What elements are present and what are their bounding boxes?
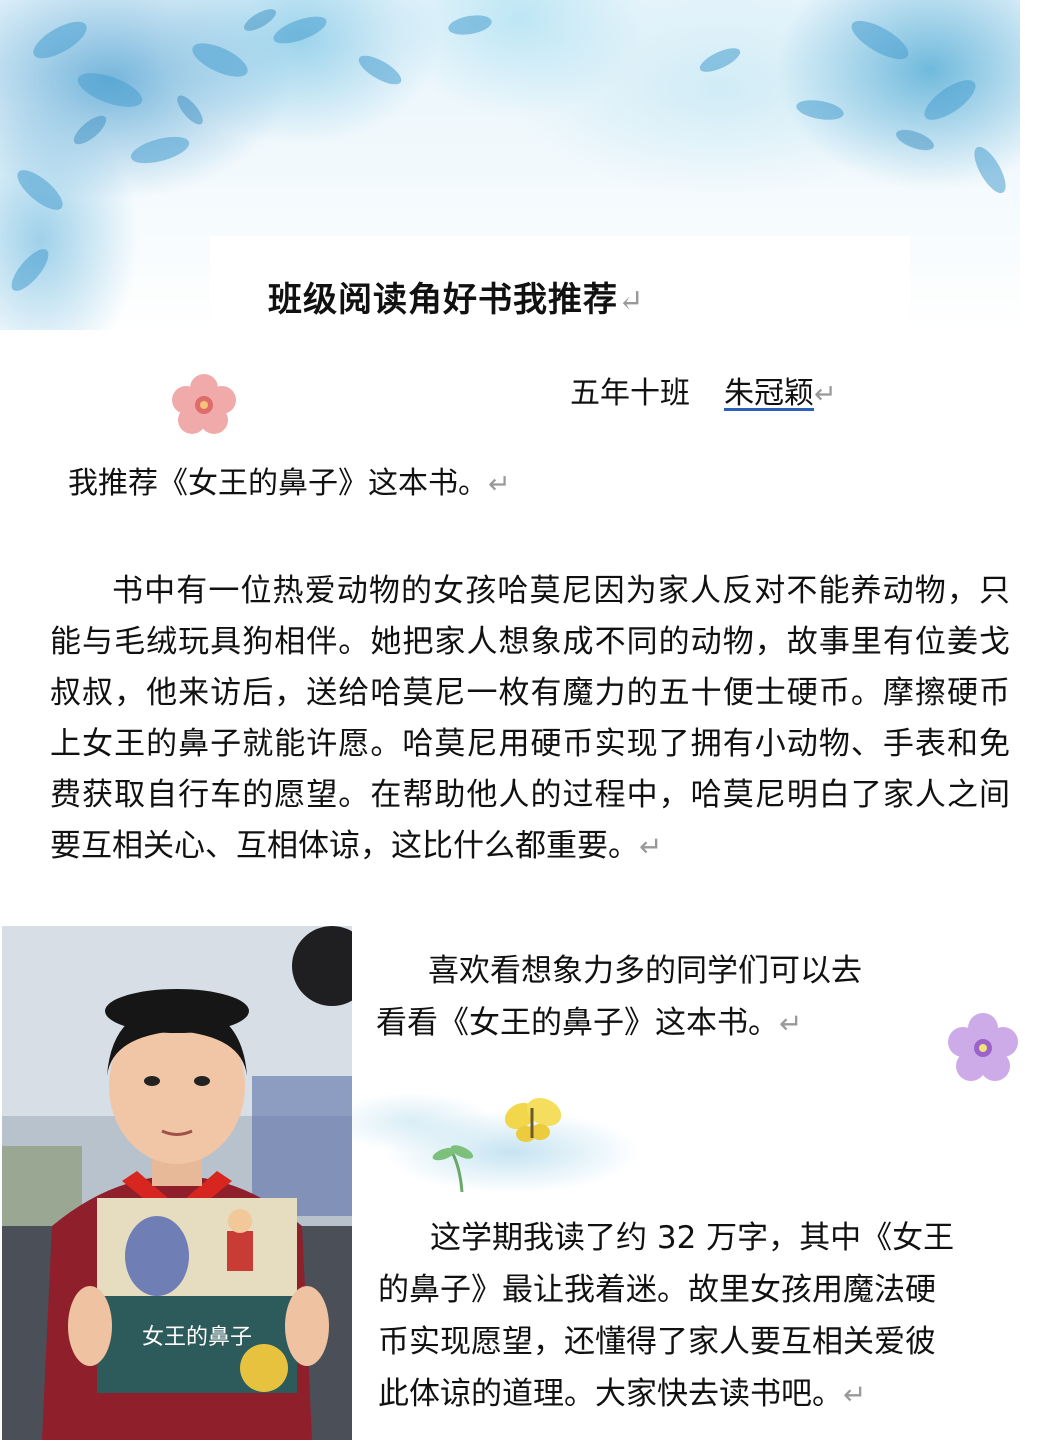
return-mark: ↵ — [618, 284, 645, 319]
student-with-book-image: 女王的鼻子 — [2, 926, 352, 1440]
reflection-paragraph: 这学期我读了约 32 万字，其中《女王 的鼻子》最让我着迷。故里女孩用魔法硬 币… — [378, 1220, 955, 1412]
student-photo: 女王的鼻子 — [2, 926, 352, 1440]
author-name: 朱冠颖 — [724, 376, 814, 411]
pink-flower-icon — [172, 374, 236, 434]
butterfly-icon — [432, 1097, 562, 1193]
recommend-line: 我推荐《女王的鼻子》这本书。↵ — [68, 466, 511, 501]
author-line: 五年十班 朱冠颖↵ — [570, 368, 837, 412]
page-title: 班级阅读角好书我推荐↵ — [268, 280, 645, 320]
suggestion-paragraph: 喜欢看想象力多的同学们可以去 看看《女王的鼻子》这本书。↵ — [376, 953, 862, 1041]
return-mark: ↵ — [814, 379, 837, 410]
book-summary-paragraph: 书中有一位热爱动物的女孩哈莫尼因为家人反对不能养动物，只能与毛绒玩具狗相伴。她把… — [50, 573, 1010, 864]
book-title-text: 女王的鼻子 — [142, 1325, 252, 1350]
page: 班级阅读角好书我推荐↵ 五年十班 朱冠颖↵ 我推荐《女王的鼻子》这本书。↵ 书中有… — [0, 0, 1058, 1440]
butterfly-decoration — [352, 1082, 712, 1197]
purple-flower-icon — [948, 1013, 1018, 1081]
class-name: 五年十班 — [570, 376, 690, 411]
